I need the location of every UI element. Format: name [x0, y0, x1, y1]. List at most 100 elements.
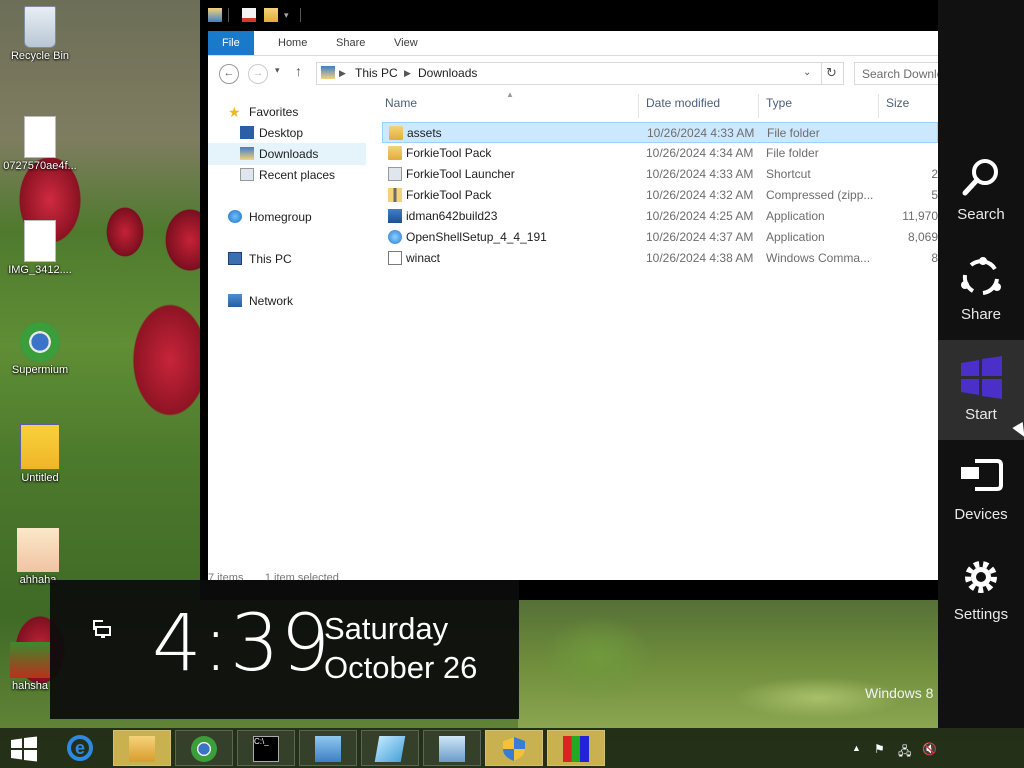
network-tray-icon[interactable]: 🖧 [898, 742, 911, 763]
file-type: Application [766, 209, 825, 223]
file-row[interactable]: assets 10/26/2024 4:33 AM File folder [382, 122, 938, 143]
search-placeholder: Search Downloads [862, 67, 939, 81]
nav-favorites[interactable]: ★ Favorites [208, 101, 366, 123]
file-size: 8 [931, 251, 938, 265]
tab-home[interactable]: Home [264, 31, 321, 55]
file-name: idman642build23 [406, 209, 498, 223]
file-row[interactable]: ForkieTool Pack 10/26/2024 4:32 AM Compres… [382, 185, 938, 206]
taskbar-winrar[interactable] [547, 730, 605, 766]
tab-share[interactable]: Share [322, 31, 379, 55]
explorer-window: ▾ File Home Share View ← → ▾ ↑ ▶ This PC… [200, 0, 940, 600]
show-hidden-icons-chevron-icon[interactable]: ▲ [852, 743, 861, 753]
desktop-icon-file[interactable]: 0727570ae4f... [0, 116, 80, 172]
file-row[interactable]: ForkieTool Pack 10/26/2024 4:34 AM File fo… [382, 143, 938, 164]
taskbar-supermium[interactable] [175, 730, 233, 766]
file-type: Shortcut [766, 167, 811, 181]
column-divider[interactable] [758, 94, 759, 118]
search-input[interactable]: Search Downloads [854, 62, 940, 85]
back-button[interactable]: ← [219, 64, 239, 84]
charm-devices[interactable]: Devices [938, 440, 1024, 540]
taskbar-internet-explorer[interactable]: e [52, 730, 110, 766]
taskbar-app[interactable] [361, 730, 419, 766]
charm-settings[interactable]: Settings [938, 540, 1024, 640]
desktop-icon-ahhaha[interactable]: ahhaha [0, 528, 78, 586]
address-row: ← → ▾ ↑ ▶ This PC ▶ Downloads ⌄ ↻ Search… [208, 56, 940, 90]
homegroup-icon [228, 210, 242, 223]
up-arrow-icon[interactable]: ↑ [295, 63, 302, 79]
column-header-name[interactable]: Name [385, 96, 417, 114]
computer-icon [228, 252, 242, 265]
clock-overlay: 4:39 Saturday October 26 [50, 580, 519, 719]
shortcut-icon [388, 167, 402, 181]
address-dropdown-chevron-icon[interactable]: ⌄ [803, 67, 811, 78]
nav-this-pc[interactable]: This PC [208, 248, 366, 270]
address-bar[interactable]: ▶ This PC ▶ Downloads ⌄ ↻ [316, 62, 844, 85]
recent-locations-chevron-icon[interactable]: ▾ [275, 65, 280, 76]
devices-icon [961, 459, 1003, 491]
browser-icon [191, 736, 217, 762]
file-size: 5 [931, 188, 938, 202]
action-center-flag-icon[interactable]: ⚑ [874, 742, 885, 756]
forward-button[interactable]: → [248, 64, 268, 84]
nav-desktop[interactable]: Desktop [208, 122, 366, 144]
nav-label: Desktop [259, 126, 304, 140]
downloads-folder-icon [240, 147, 254, 160]
network-icon [228, 294, 242, 307]
file-name: winact [406, 251, 441, 265]
nav-recent-places[interactable]: Recent places [208, 164, 366, 186]
file-date: 10/26/2024 4:25 AM [646, 209, 754, 223]
volume-muted-icon[interactable]: 🔇 [922, 742, 937, 756]
taskbar-control-panel[interactable] [299, 730, 357, 766]
charm-search[interactable]: Search [938, 140, 1024, 240]
file-row[interactable]: winact 10/26/2024 4:38 AM Windows Comma...… [382, 248, 938, 269]
file-type: Application [766, 230, 825, 244]
file-row[interactable]: ForkieTool Launcher 10/26/2024 4:33 AM Sho… [382, 164, 938, 185]
nav-label: Downloads [259, 147, 319, 161]
desktop-icon-untitled[interactable]: Untitled [0, 424, 80, 484]
nav-homegroup[interactable]: Homegroup [208, 206, 366, 228]
desktop-icon-supermium[interactable]: Supermium [0, 322, 80, 376]
desktop-icon-label: Recycle Bin [10, 50, 70, 62]
nav-network[interactable]: Network [208, 290, 366, 312]
desktop-icon-recycle-bin[interactable]: Recycle Bin [0, 6, 80, 62]
breadcrumb-chevron-icon[interactable]: ▶ [404, 68, 411, 79]
desktop-icon-image[interactable]: IMG_3412.... [0, 220, 80, 276]
browser-icon [20, 322, 60, 362]
properties-icon[interactable] [242, 8, 256, 22]
charm-start[interactable]: Start [938, 340, 1024, 440]
taskbar-command-prompt[interactable]: C:\_ [237, 730, 295, 766]
tab-file[interactable]: File [208, 31, 254, 55]
nav-label: Network [249, 294, 294, 308]
taskbar-file-explorer[interactable] [113, 730, 171, 766]
breadcrumb-chevron-icon[interactable]: ▶ [339, 68, 346, 79]
start-button[interactable] [10, 736, 38, 762]
folder-icon [389, 126, 403, 140]
new-folder-icon[interactable] [264, 8, 278, 22]
column-divider[interactable] [638, 94, 639, 118]
glass-app-icon [374, 736, 406, 762]
charm-share[interactable]: Share [938, 240, 1024, 340]
customize-chevron-icon[interactable]: ▾ [284, 8, 298, 22]
refresh-icon[interactable]: ↻ [826, 65, 837, 81]
recent-places-icon [240, 168, 254, 181]
taskbar-uac-shield[interactable] [485, 730, 543, 766]
windows-watermark: Windows 8 [865, 685, 934, 701]
explorer-app-icon[interactable] [208, 8, 222, 22]
file-explorer-icon [129, 736, 155, 762]
column-header-date[interactable]: Date modified [646, 96, 720, 114]
breadcrumb-this-pc[interactable]: This PC [355, 66, 398, 80]
windows-logo-icon [961, 356, 1002, 399]
toolbar-divider [300, 8, 301, 22]
file-type: File folder [767, 126, 820, 140]
clock-date: October 26 [324, 650, 478, 685]
nav-downloads[interactable]: Downloads [208, 143, 366, 165]
taskbar-remote-desktop[interactable] [423, 730, 481, 766]
column-divider[interactable] [878, 94, 879, 118]
breadcrumb-downloads[interactable]: Downloads [418, 66, 477, 80]
column-header-size[interactable]: Size [886, 96, 909, 114]
tab-view[interactable]: View [380, 31, 432, 55]
file-row[interactable]: idman642build23 10/26/2024 4:25 AM Applica… [382, 206, 938, 227]
network-status-icon [93, 620, 111, 638]
column-header-type[interactable]: Type [766, 96, 792, 114]
file-row[interactable]: OpenShellSetup_4_4_191 10/26/2024 4:37 AM… [382, 227, 938, 248]
